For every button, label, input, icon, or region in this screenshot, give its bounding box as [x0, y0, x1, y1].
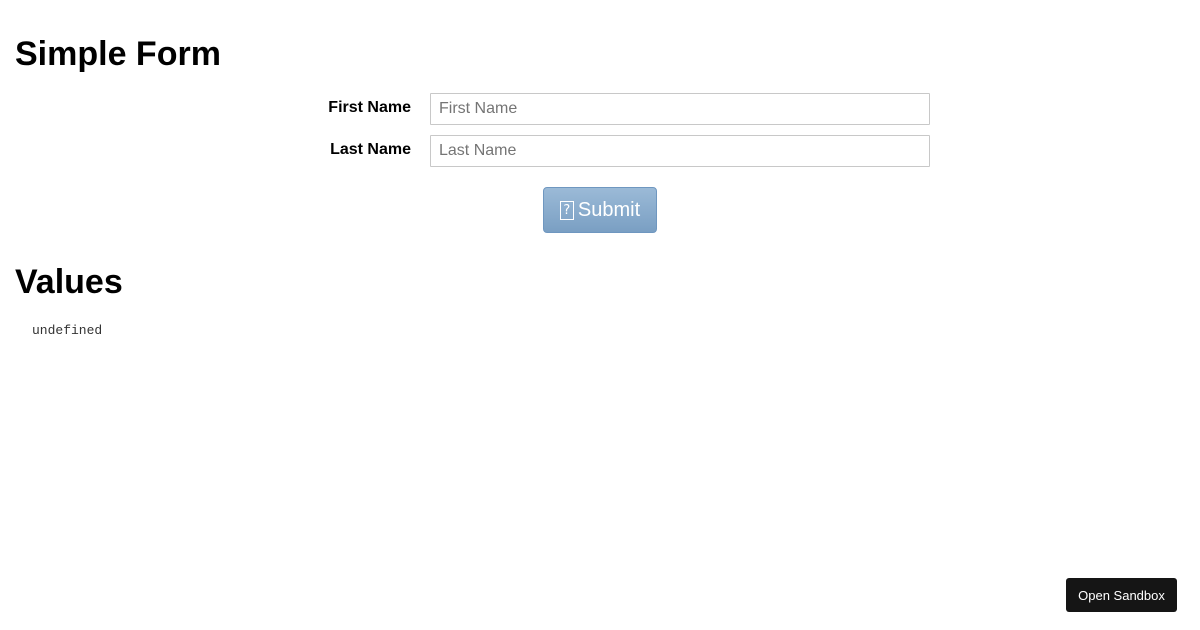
last-name-row: Last Name: [0, 135, 1200, 167]
submit-button[interactable]: ? Submit: [543, 187, 657, 233]
missing-glyph-icon: ?: [559, 200, 574, 220]
first-name-row: First Name: [0, 93, 1200, 125]
last-name-label: Last Name: [330, 141, 411, 158]
open-sandbox-button[interactable]: Open Sandbox: [1066, 578, 1177, 612]
first-name-label: First Name: [328, 99, 411, 116]
page: Simple Form First Name Last Name ? Submi…: [0, 0, 1200, 630]
values-title: Values: [15, 263, 123, 301]
submit-label: Submit: [577, 198, 641, 221]
page-title: Simple Form: [15, 35, 221, 73]
values-output: undefined: [32, 323, 103, 338]
last-name-input[interactable]: [430, 135, 930, 167]
first-name-input[interactable]: [430, 93, 930, 125]
